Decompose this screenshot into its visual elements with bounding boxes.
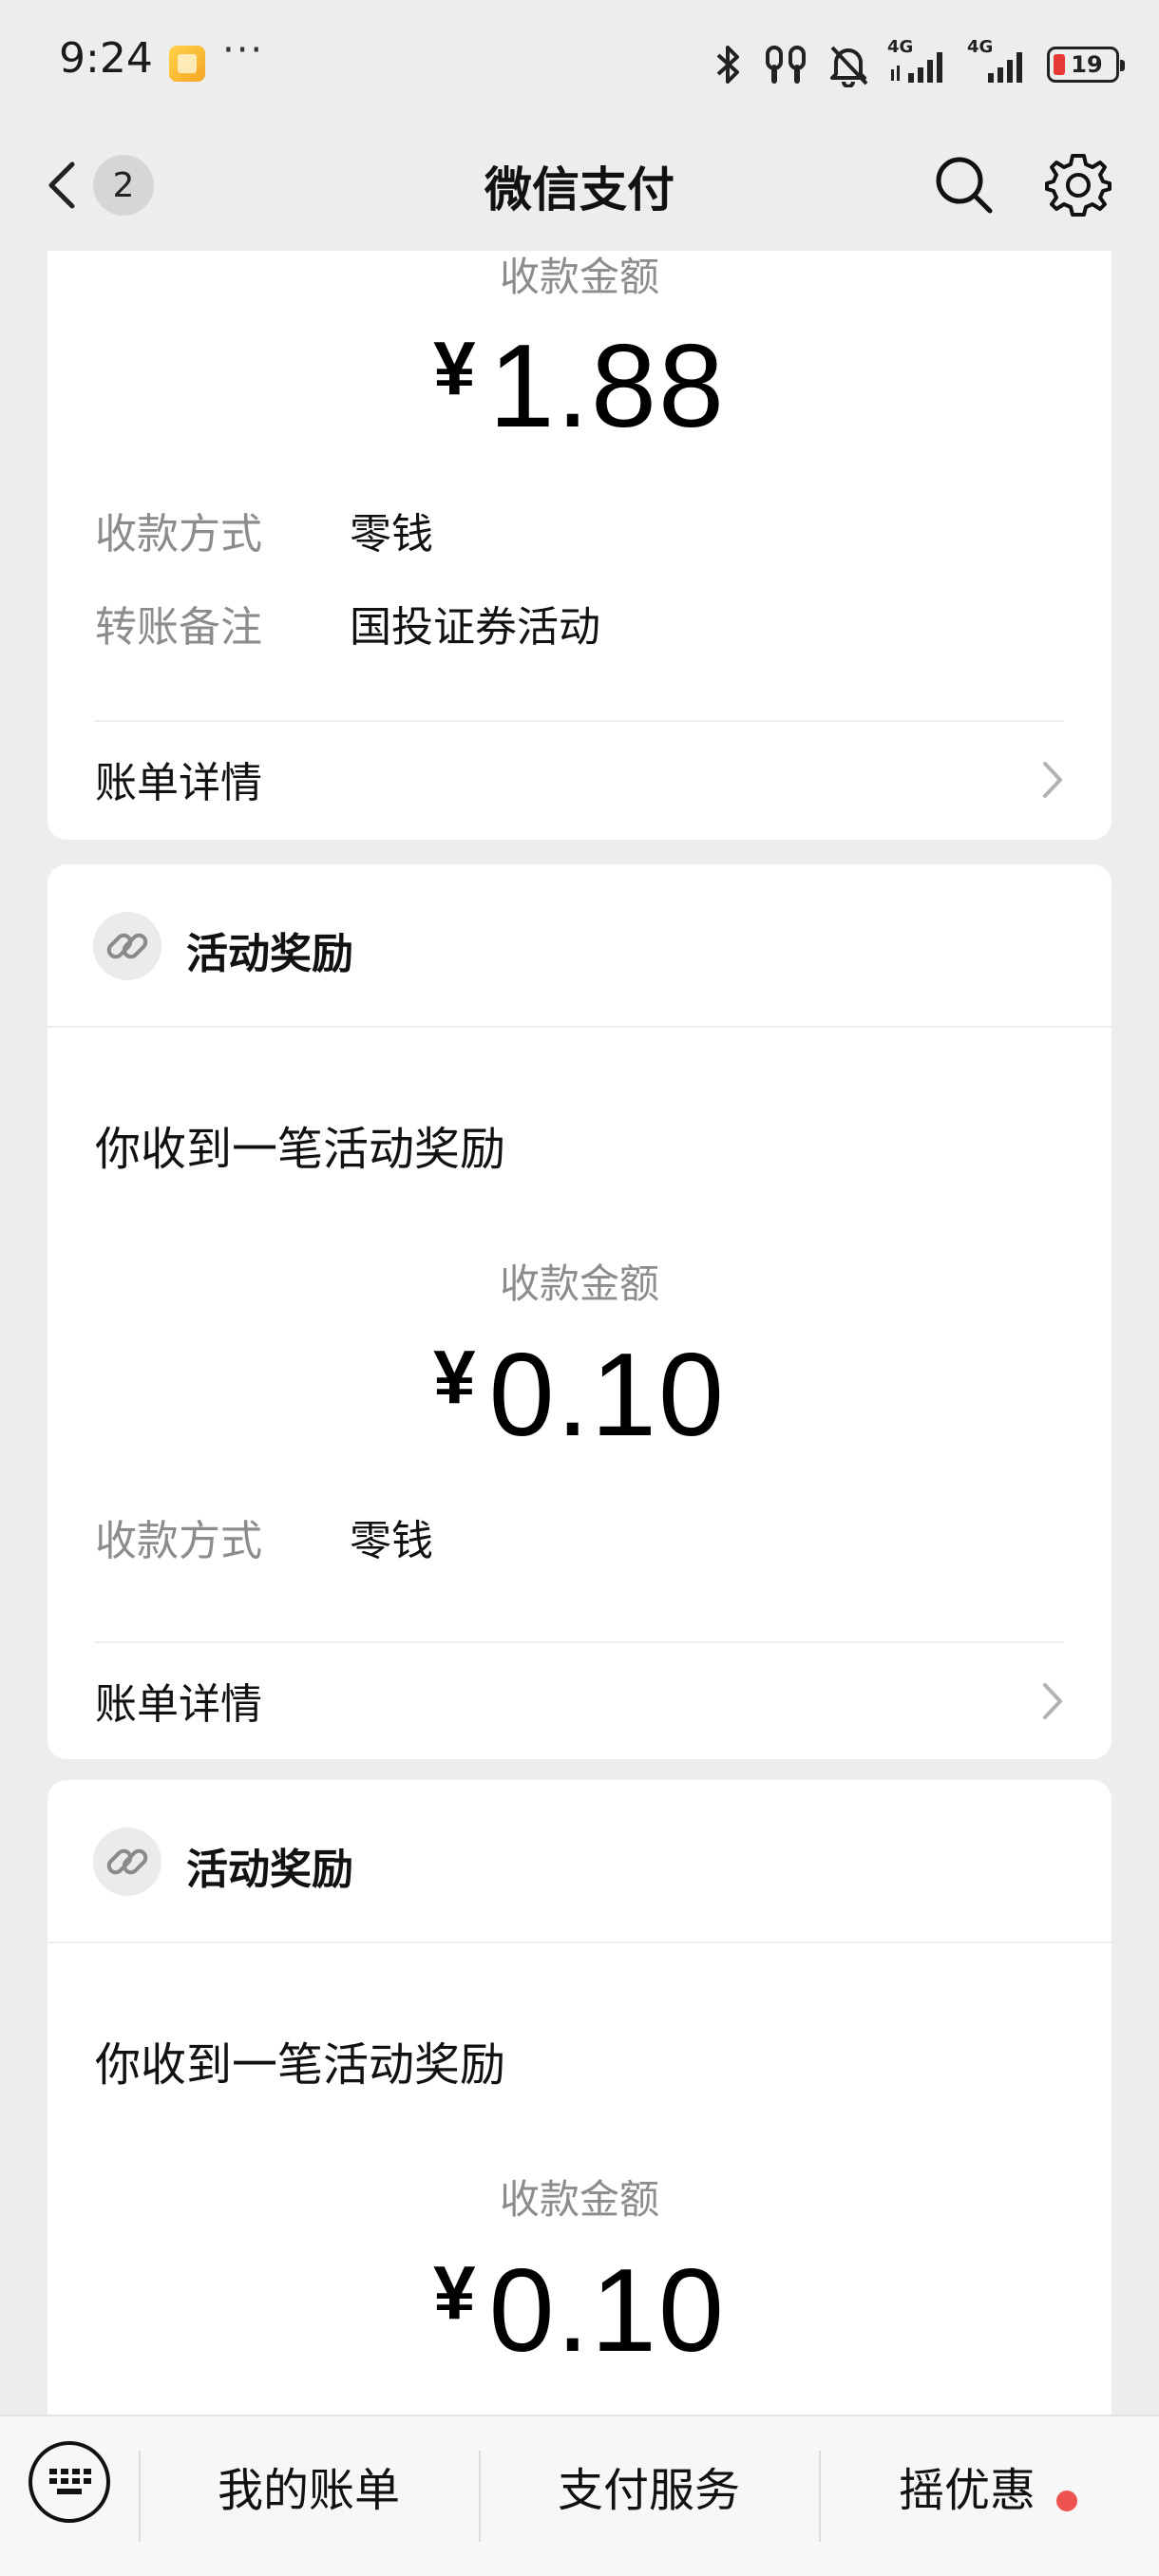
amount-value: ¥0.10 [48, 2244, 1112, 2378]
transfer-note-key: 转账备注 [95, 603, 262, 652]
bottom-menu-bar: 我的账单 支付服务 摇优惠 [0, 2415, 1159, 2576]
battery-icon: 19 [1047, 47, 1125, 83]
menu-payment-services[interactable]: 支付服务 [479, 2453, 819, 2519]
amount-number: 0.10 [488, 1330, 726, 1461]
card-title: 活动奖励 [186, 1846, 353, 1894]
amount-value: ¥0.10 [48, 1328, 1112, 1463]
amount-value: ¥1.88 [48, 319, 1112, 454]
card-title: 活动奖励 [186, 930, 353, 978]
keyboard-toggle-button[interactable] [28, 2441, 110, 2523]
earbuds-icon [766, 46, 806, 84]
signal-icon-1: 4G [887, 37, 950, 88]
notification-dot [1056, 2491, 1077, 2511]
currency-symbol: ¥ [433, 326, 476, 410]
chevron-right-icon [1043, 762, 1062, 798]
keyboard-icon [49, 2469, 91, 2494]
currency-symbol: ¥ [433, 1335, 476, 1419]
currency-symbol: ¥ [433, 2250, 476, 2335]
link-chain-icon [93, 912, 162, 980]
bill-details-link[interactable]: 账单详情 [48, 722, 1112, 836]
payment-method-value: 零钱 [350, 510, 433, 559]
wechat-pay-screen: 9:24 ··· 4G 4G 19 2 微信支付 收款金额 ¥ 1.88 收款方… [0, 0, 1159, 2576]
payment-method-key: 收款方式 [95, 1517, 262, 1565]
chevron-right-icon [1043, 1683, 1062, 1719]
nav-bar: 2 微信支付 [0, 123, 1159, 251]
link-chain-icon [93, 1828, 162, 1896]
amount-number: 1.88 [488, 321, 726, 452]
status-more-icon: ··· [222, 28, 265, 72]
received-message: 你收到一笔活动奖励 [95, 1123, 506, 1176]
bill-details-label: 账单详情 [95, 759, 262, 807]
gear-icon[interactable] [1045, 152, 1112, 218]
card-header: 活动奖励 [48, 864, 1112, 1026]
divider [48, 1941, 1112, 1943]
payment-method-row: 收款方式 零钱 [95, 500, 433, 560]
mute-bell-icon [830, 46, 868, 87]
bill-details-link[interactable]: 账单详情 [48, 1643, 1112, 1757]
notification-app-icon [169, 46, 205, 82]
transfer-note-value: 国投证券活动 [350, 603, 600, 652]
battery-level: 19 [1071, 51, 1103, 78]
status-time: 9:24 [59, 34, 153, 83]
payment-method-value: 零钱 [350, 1517, 433, 1565]
bluetooth-icon [716, 46, 739, 84]
payment-card-1: 收款金额 ¥1.88 收款方式 零钱 转账备注 国投证券活动 账单详情 [48, 251, 1112, 840]
transfer-note-row: 转账备注 国投证券活动 [95, 593, 600, 653]
divider [48, 1026, 1112, 1028]
amount-label: 收款金额 [499, 2176, 659, 2223]
amount-number: 0.10 [488, 2245, 726, 2377]
received-message: 你收到一笔活动奖励 [95, 2038, 506, 2092]
payment-card-2: 活动奖励 你收到一笔活动奖励 收款金额 ¥0.10 收款方式 零钱 账单详情 [48, 864, 1112, 1759]
amount-label: 收款金额 [499, 1260, 659, 1307]
menu-shake-deals[interactable]: 摇优惠 [819, 2453, 1123, 2519]
amount-label: 收款金额 [499, 254, 659, 300]
signal-icon-2: 4G [967, 37, 1030, 88]
payment-method-key: 收款方式 [95, 510, 262, 559]
bill-details-label: 账单详情 [95, 1680, 262, 1729]
message-list[interactable]: 收款金额 ¥1.88 收款方式 零钱 转账备注 国投证券活动 账单详情 活动奖励… [0, 251, 1159, 2415]
payment-card-3: 活动奖励 你收到一笔活动奖励 收款金额 ¥0.10 [48, 1780, 1112, 2415]
status-bar: 9:24 ··· 4G 4G 19 [0, 0, 1159, 123]
search-icon[interactable] [931, 152, 998, 218]
card-header: 活动奖励 [48, 1780, 1112, 1941]
status-icons: 4G 4G 19 [712, 37, 1125, 91]
payment-method-row: 收款方式 零钱 [95, 1506, 433, 1567]
menu-my-bills[interactable]: 我的账单 [139, 2453, 479, 2519]
